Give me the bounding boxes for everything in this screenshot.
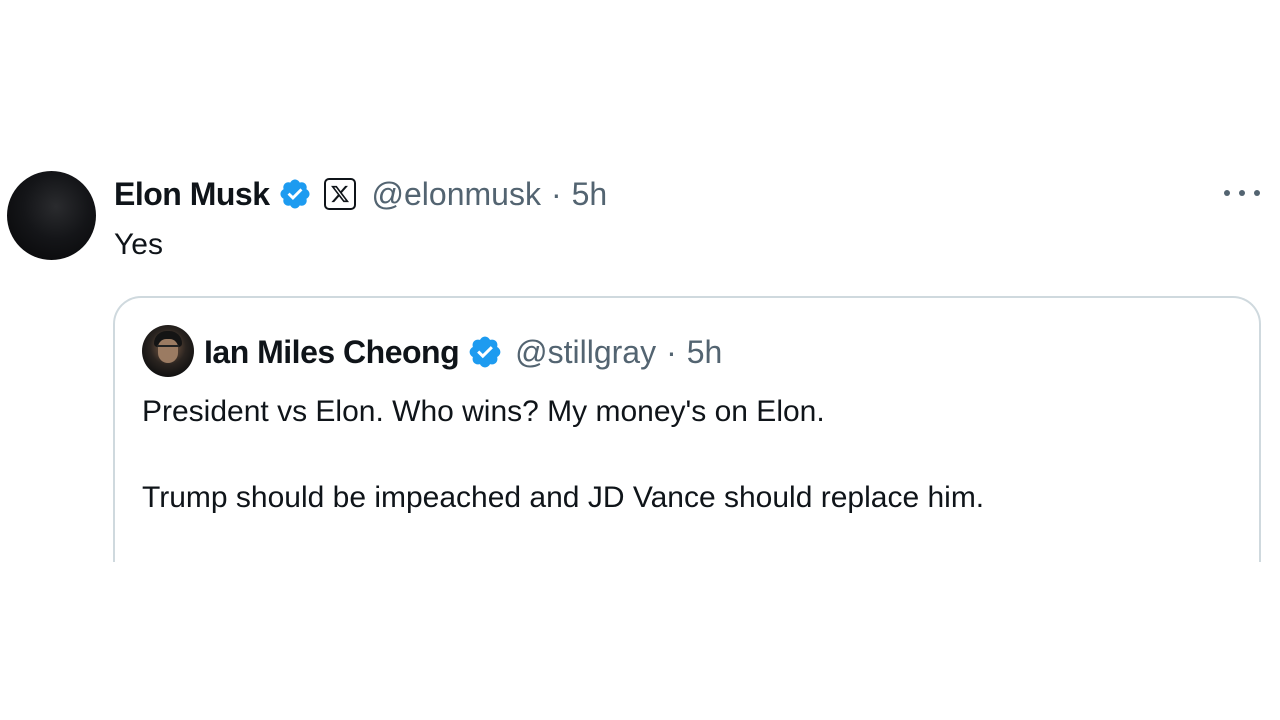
x-logo-icon[interactable] xyxy=(323,178,356,210)
more-dot xyxy=(1224,190,1230,196)
tweet-header: Elon Musk @elonmusk · 5h xyxy=(114,172,607,216)
quote-paragraph: Trump should be impeached and JD Vance s… xyxy=(142,481,985,514)
meta-separator: · xyxy=(550,175,562,212)
quote-tweet-text: President vs Elon. Who wins? My money's … xyxy=(142,390,984,519)
quote-author-avatar[interactable] xyxy=(142,325,194,377)
more-options-icon[interactable] xyxy=(1224,183,1260,203)
author-display-name[interactable]: Elon Musk xyxy=(114,176,270,213)
author-handle[interactable]: @elonmusk xyxy=(372,176,541,213)
author-avatar[interactable] xyxy=(7,171,96,260)
avatar-glasses xyxy=(157,345,179,352)
verified-badge-icon[interactable] xyxy=(467,334,503,370)
verified-badge-icon[interactable] xyxy=(278,177,312,211)
quote-timestamp[interactable]: 5h xyxy=(687,334,723,371)
meta-separator: · xyxy=(666,333,677,370)
quote-paragraph: President vs Elon. Who wins? My money's … xyxy=(142,395,825,428)
more-dot xyxy=(1254,190,1260,196)
crop-mask xyxy=(0,562,1280,720)
tweet: Elon Musk @elonmusk · 5h Yes Ian Miles C… xyxy=(0,0,1280,720)
quote-tweet-header: Ian Miles Cheong @stillgray · 5h xyxy=(204,330,722,374)
quote-author-display-name[interactable]: Ian Miles Cheong xyxy=(204,334,460,371)
quote-author-handle[interactable]: @stillgray xyxy=(515,334,656,371)
more-dot xyxy=(1239,190,1245,196)
tweet-text: Yes xyxy=(114,228,163,261)
tweet-timestamp[interactable]: 5h xyxy=(572,176,608,213)
